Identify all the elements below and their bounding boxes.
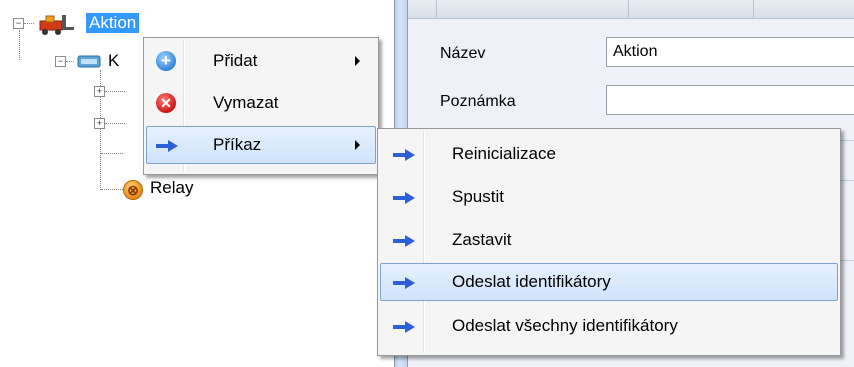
device-node-icon <box>76 52 104 70</box>
relay-icon: ⊗ <box>123 180 143 200</box>
menu-item-start[interactable]: Spustit <box>380 178 838 216</box>
tree-node-relay[interactable]: Relay <box>150 178 193 198</box>
tree-node-child[interactable]: K <box>108 51 119 71</box>
tab-strip <box>408 0 854 19</box>
submenu-arrow-icon <box>355 56 360 66</box>
menu-item-send-ids[interactable]: Odeslat identifikátory <box>380 263 838 301</box>
arrow-right-icon <box>156 140 178 152</box>
arrow-right-icon <box>393 192 415 204</box>
menu-item-label: Vymazat <box>213 93 279 112</box>
root-node-icon <box>36 13 76 35</box>
delete-x-icon: ✕ <box>156 93 176 113</box>
menu-item-label: Přidat <box>213 51 258 70</box>
menu-item-reinit[interactable]: Reinicializace <box>380 135 838 173</box>
submenu-arrow-icon <box>355 140 360 150</box>
context-menu: + Přidat ✕ Vymazat Příkaz <box>143 37 379 175</box>
arrow-right-icon <box>393 277 415 289</box>
collapse-child-toggle[interactable]: − <box>55 56 66 67</box>
arrow-right-icon <box>393 149 415 161</box>
menu-item-label: Reinicializace <box>452 144 556 163</box>
expand-node-toggle[interactable]: + <box>94 118 105 129</box>
arrow-right-icon <box>393 235 415 247</box>
command-submenu: Reinicializace Spustit Zastavit Odeslat … <box>377 128 841 356</box>
collapse-root-toggle[interactable]: − <box>13 18 24 29</box>
menu-item-delete[interactable]: ✕ Vymazat <box>146 84 376 122</box>
menu-item-label: Odeslat všechny identifikátory <box>452 316 678 335</box>
note-field[interactable] <box>606 85 854 115</box>
menu-item-command[interactable]: Příkaz <box>146 126 376 164</box>
menu-item-label: Zastavit <box>452 230 512 249</box>
tree-node-aktion[interactable]: Aktion <box>86 13 140 33</box>
plus-circle-icon: + <box>156 51 176 71</box>
menu-item-label: Odeslat identifikátory <box>452 272 611 291</box>
arrow-right-icon <box>393 321 415 333</box>
menu-item-add[interactable]: + Přidat <box>146 42 376 80</box>
menu-item-stop[interactable]: Zastavit <box>380 221 838 259</box>
menu-item-label: Příkaz <box>213 135 262 154</box>
expand-node-toggle[interactable]: + <box>94 86 105 97</box>
name-field[interactable]: Aktion <box>606 37 854 67</box>
menu-item-label: Spustit <box>452 187 504 206</box>
note-label: Poznámka <box>440 93 516 110</box>
name-label: Název <box>440 45 486 62</box>
menu-item-send-all-ids[interactable]: Odeslat všechny identifikátory <box>380 307 838 345</box>
